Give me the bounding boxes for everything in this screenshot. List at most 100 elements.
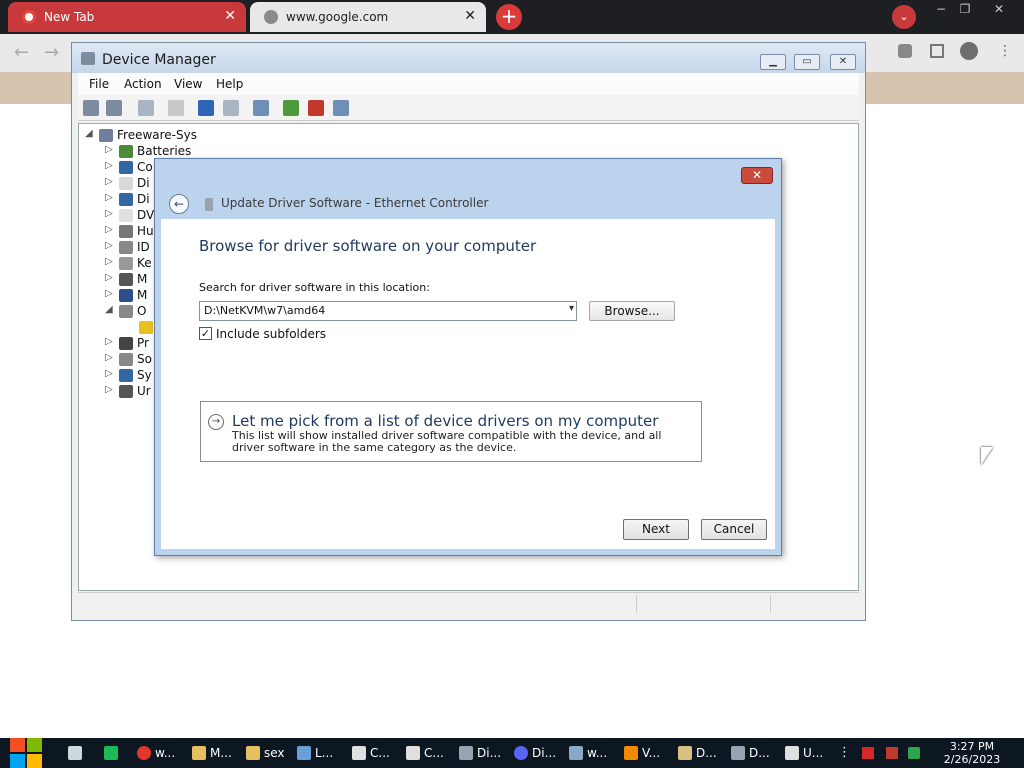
more-menu-icon[interactable]: ⋮ (998, 43, 1012, 59)
update-driver-icon[interactable] (283, 100, 299, 116)
taskbar-app-icon (297, 746, 311, 760)
expand-icon[interactable]: ▷ (105, 176, 113, 187)
include-subfolders-label[interactable]: Include subfolders (216, 327, 326, 341)
expand-icon[interactable]: ▷ (105, 208, 113, 219)
volume-icon[interactable] (908, 747, 920, 759)
taskbar-item[interactable]: w... (137, 738, 175, 768)
tree-item-label: DV (137, 208, 155, 222)
monitor-icon (119, 289, 133, 302)
profile-icon[interactable] (960, 42, 978, 60)
forward-arrow-icon[interactable]: → (44, 42, 59, 63)
taskbar-item[interactable] (104, 738, 122, 768)
start-button[interactable] (10, 738, 44, 768)
expand-icon[interactable]: ▷ (105, 160, 113, 171)
tree-item-label: Di (137, 176, 150, 190)
puzzle-icon[interactable] (898, 44, 912, 58)
expand-icon[interactable]: ▷ (105, 384, 113, 395)
tree-item-label: Di (137, 192, 150, 206)
taskbar-item[interactable]: C... (406, 738, 444, 768)
close-button[interactable]: ✕ (741, 167, 773, 184)
new-tab-button[interactable]: + (496, 4, 522, 30)
menu-help[interactable]: Help (216, 77, 243, 91)
expand-icon[interactable]: ▷ (105, 256, 113, 267)
collapse-icon[interactable]: ◢ (105, 304, 113, 315)
taskbar-item[interactable]: C... (352, 738, 390, 768)
expand-icon[interactable]: ▷ (105, 272, 113, 283)
cancel-button[interactable]: Cancel (701, 519, 767, 540)
pick-from-list-option[interactable]: → Let me pick from a list of device driv… (200, 401, 702, 462)
flag-icon[interactable] (862, 747, 874, 759)
expand-icon[interactable]: ▷ (105, 144, 113, 155)
uninstall-icon[interactable] (308, 100, 324, 116)
taskbar-item[interactable]: V... (624, 738, 660, 768)
taskbar-item[interactable] (68, 738, 86, 768)
chevron-down-icon[interactable]: ▾ (569, 303, 574, 314)
status-divider (636, 595, 637, 613)
taskbar-app-icon (406, 746, 420, 760)
taskbar-item[interactable]: M... (192, 738, 232, 768)
forward-icon[interactable] (106, 100, 122, 116)
status-bar (78, 592, 859, 614)
scan-hardware-icon[interactable] (253, 100, 269, 116)
tree-item-label: Sy (137, 368, 152, 382)
taskbar-item[interactable]: Di... (459, 738, 501, 768)
close-button[interactable]: ✕ (830, 54, 856, 70)
clock[interactable]: 3:27 PM 2/26/2023 (932, 740, 1012, 766)
globe-icon (264, 10, 278, 24)
expand-icon[interactable]: ▷ (105, 192, 113, 203)
notification-icon[interactable] (886, 747, 898, 759)
restore-button[interactable]: ❐ (950, 1, 980, 17)
taskbar-item[interactable]: D... (678, 738, 717, 768)
window-title: Device Manager (102, 52, 216, 68)
network-adapter-icon (205, 198, 213, 211)
expand-icon[interactable]: ▷ (105, 352, 113, 363)
close-tab-icon[interactable]: ✕ (224, 8, 236, 24)
back-icon[interactable] (83, 100, 99, 116)
taskbar-app-icon (569, 746, 583, 760)
computer-icon (81, 52, 95, 65)
menu-view[interactable]: View (174, 77, 202, 91)
driver-path-value[interactable]: D:\NetKVM\w7\amd64 (204, 304, 325, 317)
overflow-icon[interactable]: ⋮ (838, 745, 851, 760)
driver-path-combobox[interactable]: D:\NetKVM\w7\amd64 ▾ (199, 301, 577, 321)
maximize-button[interactable]: ▭ (794, 54, 820, 70)
back-button[interactable]: ← (169, 194, 189, 214)
close-tab-icon[interactable]: ✕ (464, 8, 476, 24)
browse-button[interactable]: Browse... (589, 301, 675, 321)
close-window-button[interactable]: ✕ (984, 1, 1014, 17)
taskbar-item[interactable]: D... (731, 738, 770, 768)
action-pane-icon[interactable] (223, 100, 239, 116)
expand-icon[interactable]: ▷ (105, 368, 113, 379)
windows-logo-icon (10, 754, 25, 768)
include-subfolders-checkbox[interactable]: ✓ (199, 327, 212, 340)
expand-icon[interactable]: ▷ (105, 240, 113, 251)
next-button[interactable]: Next (623, 519, 689, 540)
help-icon[interactable] (198, 100, 214, 116)
taskbar-item-label: L... (315, 746, 334, 760)
taskbar-item[interactable]: U... (785, 738, 823, 768)
tab-new-tab[interactable]: New Tab ✕ (8, 2, 246, 32)
taskbar-item[interactable]: Di... (514, 738, 556, 768)
battery-icon (119, 145, 133, 158)
taskbar-item[interactable]: L... (297, 738, 333, 768)
chevron-down-icon[interactable]: ⌄ (892, 5, 916, 29)
system-devices-icon (119, 369, 133, 382)
dvd-icon (119, 209, 133, 222)
expand-icon[interactable]: ◢ (85, 128, 93, 139)
sidebar-icon[interactable] (930, 44, 944, 58)
expand-icon[interactable]: ▷ (105, 224, 113, 235)
tab-google[interactable]: www.google.com ✕ (250, 2, 486, 32)
taskbar-item[interactable]: sex (246, 738, 285, 768)
menu-file[interactable]: File (89, 77, 109, 91)
show-hide-console-tree-icon[interactable] (138, 100, 154, 116)
back-arrow-icon[interactable]: ← (14, 42, 29, 63)
dialog-title: Update Driver Software - Ethernet Contro… (221, 196, 489, 210)
menu-action[interactable]: Action (124, 77, 162, 91)
minimize-button[interactable]: ▁ (760, 54, 786, 70)
enable-device-icon[interactable] (333, 100, 349, 116)
properties-icon[interactable] (168, 100, 184, 116)
taskbar-item[interactable]: w... (569, 738, 607, 768)
tree-item-label: Ur (137, 384, 151, 398)
expand-icon[interactable]: ▷ (105, 336, 113, 347)
expand-icon[interactable]: ▷ (105, 288, 113, 299)
